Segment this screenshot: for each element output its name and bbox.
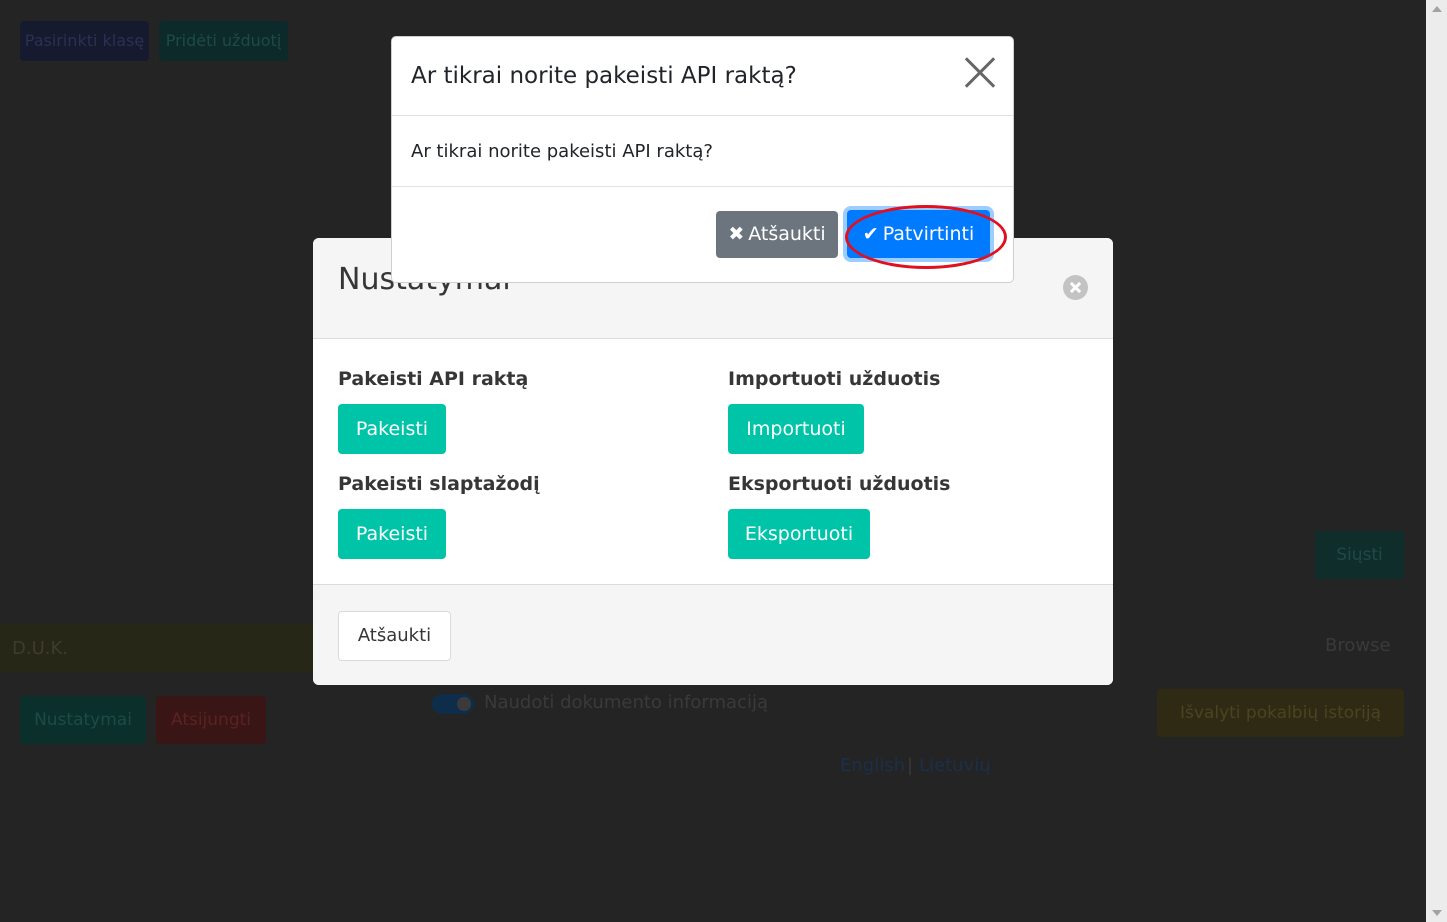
confirm-modal: Ar tikrai norite pakeisti API raktą? Ar … bbox=[391, 36, 1014, 283]
browse-label[interactable]: Browse bbox=[1325, 635, 1391, 656]
document-info-toggle[interactable] bbox=[432, 694, 474, 714]
scroll-up-arrow-icon[interactable] bbox=[1432, 6, 1442, 12]
lang-english[interactable]: English bbox=[840, 755, 905, 776]
confirm-submit-label: Patvirtinti bbox=[882, 223, 975, 245]
logout-button[interactable]: Atsijungti bbox=[156, 696, 266, 744]
import-tasks-button[interactable]: Importuoti bbox=[728, 404, 864, 454]
settings-modal: Nustatymai Pakeisti API raktą Pakeisti I… bbox=[313, 238, 1113, 685]
toggle-label: Naudoti dokumento informaciją bbox=[484, 692, 768, 713]
change-api-key-label: Pakeisti API raktą bbox=[338, 368, 529, 390]
times-icon: ✖ bbox=[728, 223, 745, 245]
faq-label: D.U.K. bbox=[12, 638, 69, 659]
confirm-footer-divider bbox=[392, 186, 1013, 187]
check-icon: ✔ bbox=[862, 223, 879, 245]
export-tasks-label: Eksportuoti užduotis bbox=[728, 473, 951, 495]
toggle-knob bbox=[457, 697, 471, 711]
confirm-modal-body: Ar tikrai norite pakeisti API raktą? bbox=[411, 141, 713, 162]
confirm-cancel-label: Atšaukti bbox=[748, 223, 826, 245]
choose-class-button[interactable]: Pasirinkti klasę bbox=[20, 21, 149, 61]
confirm-cancel-button[interactable]: ✖ Atšaukti bbox=[716, 211, 838, 258]
lang-lithuanian[interactable]: Lietuvių bbox=[919, 755, 991, 776]
confirm-header-divider bbox=[392, 115, 1013, 116]
change-password-label: Pakeisti slaptažodį bbox=[338, 473, 540, 495]
change-api-key-button[interactable]: Pakeisti bbox=[338, 404, 446, 454]
confirm-close-icon[interactable] bbox=[959, 53, 999, 93]
change-password-button[interactable]: Pakeisti bbox=[338, 509, 446, 559]
clear-history-button[interactable]: Išvalyti pokalbių istoriją bbox=[1157, 689, 1404, 737]
scroll-down-arrow-icon[interactable] bbox=[1432, 910, 1442, 916]
export-tasks-button[interactable]: Eksportuoti bbox=[728, 509, 870, 559]
import-tasks-label: Importuoti užduotis bbox=[728, 368, 941, 390]
settings-close-icon[interactable] bbox=[1063, 275, 1088, 300]
lang-separator: | bbox=[907, 755, 914, 776]
add-task-button[interactable]: Pridėti užduotį bbox=[159, 21, 288, 61]
send-button[interactable]: Siųsti bbox=[1315, 531, 1404, 579]
settings-button[interactable]: Nustatymai bbox=[20, 696, 146, 744]
confirm-submit-button[interactable]: ✔ Patvirtinti bbox=[847, 210, 990, 258]
confirm-modal-title: Ar tikrai norite pakeisti API raktą? bbox=[411, 63, 797, 89]
settings-cancel-button[interactable]: Atšaukti bbox=[338, 611, 451, 661]
settings-modal-footer: Atšaukti bbox=[313, 584, 1113, 685]
scrollbar[interactable] bbox=[1426, 0, 1447, 922]
